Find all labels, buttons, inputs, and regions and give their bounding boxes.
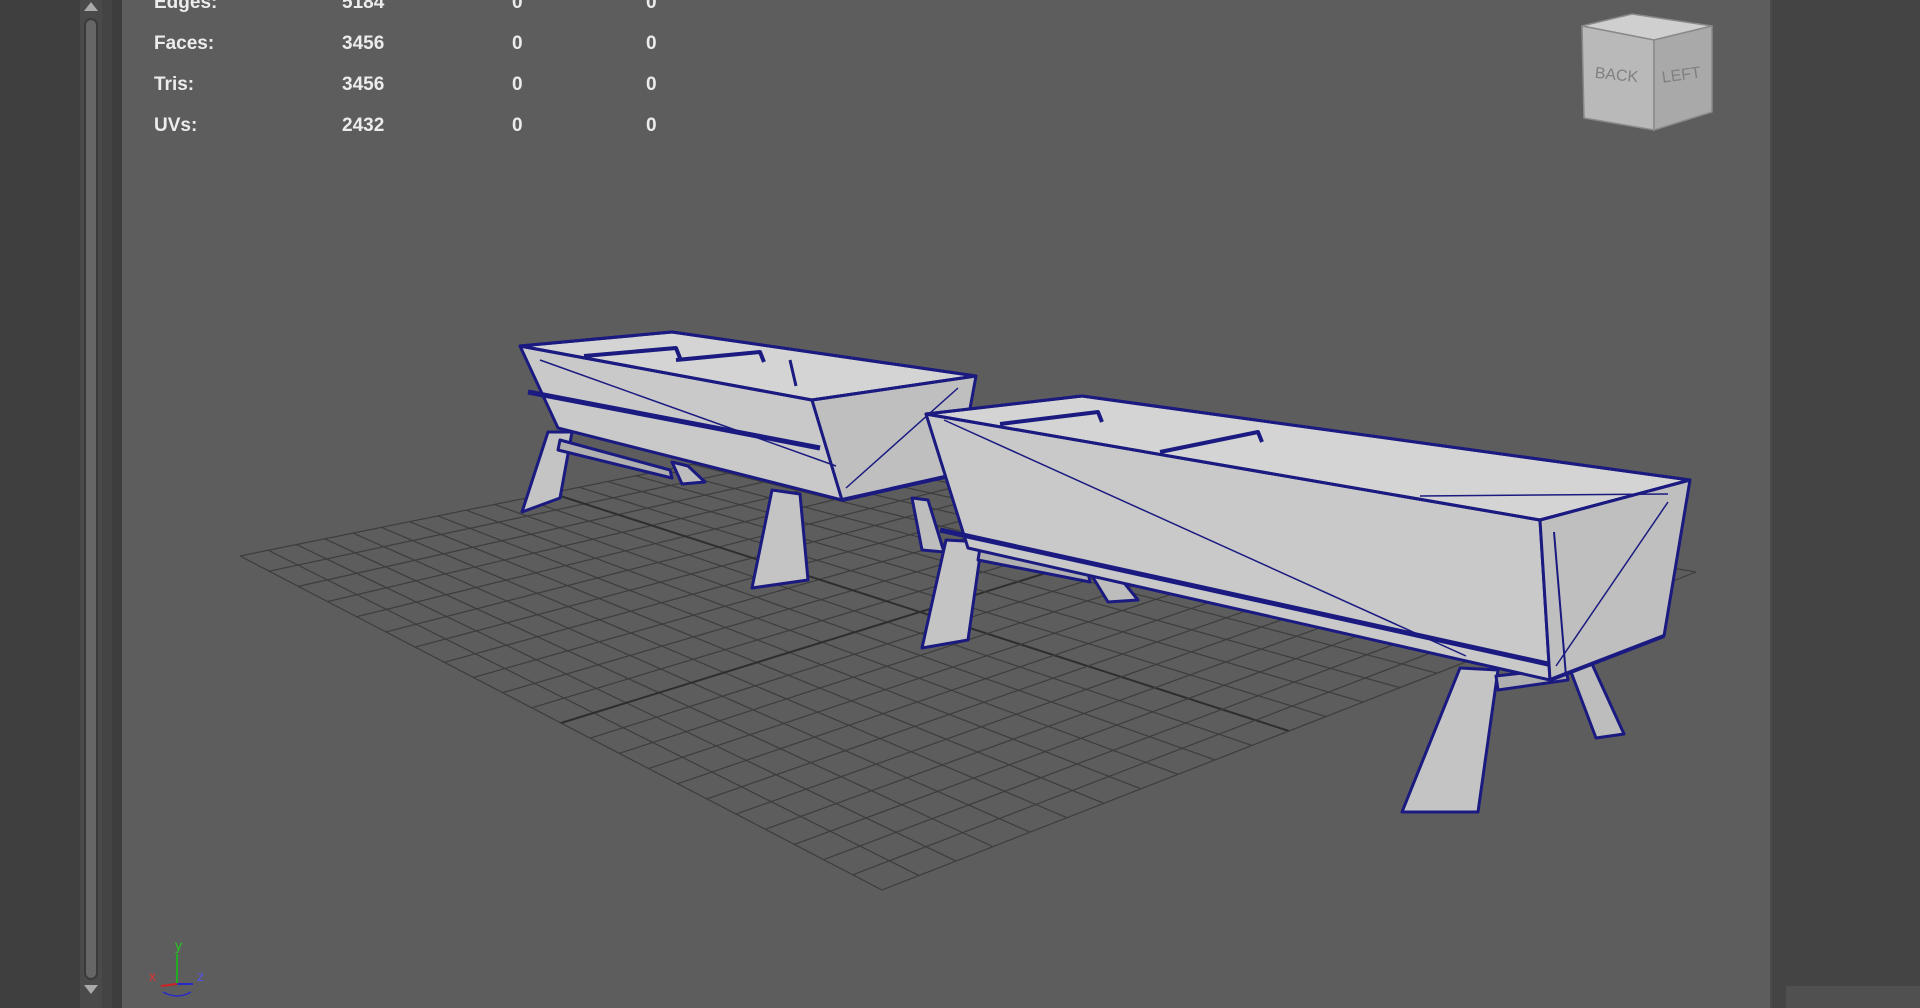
hud-value: 2432 <box>342 115 385 136</box>
right-bottom-bar <box>1786 986 1920 1008</box>
z-axis-label: z <box>197 968 204 984</box>
hud-value: 0 <box>646 33 657 54</box>
hud-label: UVs: <box>154 115 198 136</box>
viewport-scene[interactable] <box>0 0 1770 1008</box>
right-panel <box>1772 0 1920 1008</box>
hud-value: 0 <box>512 115 523 136</box>
hud-value: 0 <box>512 33 523 54</box>
hud-value: 0 <box>646 74 657 95</box>
viewcube[interactable]: BACK LEFT <box>1578 12 1718 136</box>
hud-label: Faces: <box>154 33 215 54</box>
x-axis-line <box>160 983 178 987</box>
hud-value: 0 <box>512 0 523 13</box>
y-axis-label: y <box>175 937 182 953</box>
x-axis-label: x <box>149 968 156 984</box>
trough-mesh-1[interactable] <box>518 330 978 590</box>
hud-value: 0 <box>512 74 523 95</box>
hud-label: Edges: <box>154 0 218 13</box>
axis-gizmo: y x z <box>149 937 204 997</box>
hud-label: Tris: <box>154 74 195 95</box>
trough-mesh-2[interactable] <box>920 394 1692 814</box>
hud-value: 5184 <box>342 0 385 13</box>
hud-value: 0 <box>646 0 657 13</box>
hud-value: 3456 <box>342 74 385 95</box>
axis-arc <box>162 991 192 997</box>
hud-value: 3456 <box>342 33 385 54</box>
hud-value: 0 <box>646 115 657 136</box>
